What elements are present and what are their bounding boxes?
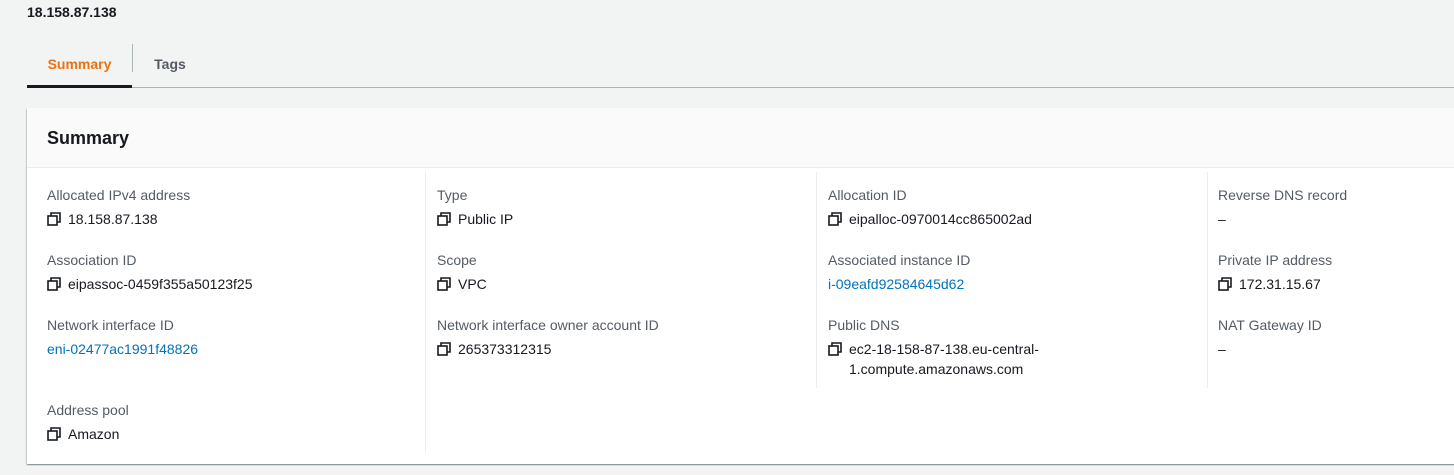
network-interface-link[interactable]: eni-02477ac1991f48826 — [47, 339, 198, 359]
field-private-ip: Private IP address 172.31.15.67 — [1218, 250, 1332, 294]
instance-id-link[interactable]: i-09eafd92584645d62 — [828, 274, 964, 294]
page-title: 18.158.87.138 — [27, 4, 117, 20]
private-ip-value: 172.31.15.67 — [1239, 276, 1321, 292]
panel-header: Summary — [27, 108, 1454, 168]
field-value: – — [1218, 339, 1322, 359]
field-type: Type Public IP — [437, 185, 513, 229]
field-value: eipalloc-0970014cc865002ad — [828, 209, 1032, 229]
nat-gateway-value: – — [1218, 341, 1226, 357]
field-value: 172.31.15.67 — [1218, 274, 1332, 294]
field-associated-instance-id: Associated instance ID i-09eafd92584645d… — [828, 250, 970, 294]
field-label: Association ID — [47, 252, 137, 268]
allocation-id-value: eipalloc-0970014cc865002ad — [849, 211, 1032, 227]
copy-icon[interactable] — [47, 212, 61, 226]
copy-icon[interactable] — [1218, 277, 1232, 291]
field-owner-account-id: Network interface owner account ID 26537… — [437, 315, 659, 359]
panel-title: Summary — [47, 128, 130, 148]
allocated-ipv4-value: 18.158.87.138 — [68, 211, 158, 227]
field-label: Associated instance ID — [828, 252, 971, 268]
copy-icon[interactable] — [437, 277, 451, 291]
field-value: i-09eafd92584645d62 — [828, 274, 970, 294]
tab-summary[interactable]: Summary — [27, 40, 132, 88]
field-network-interface-id: Network interface ID eni-02477ac1991f488… — [47, 315, 198, 359]
tab-tags[interactable]: Tags — [133, 40, 207, 87]
scope-value: VPC — [458, 276, 487, 292]
reverse-dns-value: – — [1218, 211, 1226, 227]
tab-bar: Summary Tags — [27, 40, 1454, 88]
column-divider — [1207, 172, 1208, 388]
field-label: Network interface owner account ID — [437, 317, 659, 333]
type-value: Public IP — [458, 211, 514, 227]
field-association-id: Association ID eipassoc-0459f355a50123f2… — [47, 250, 253, 294]
copy-icon[interactable] — [828, 342, 842, 356]
copy-icon[interactable] — [437, 212, 451, 226]
association-id-value: eipassoc-0459f355a50123f25 — [68, 276, 253, 292]
field-value: eipassoc-0459f355a50123f25 — [47, 274, 253, 294]
owner-account-id-value: 265373312315 — [458, 341, 552, 357]
field-public-dns: Public DNS ec2-18-158-87-138.eu-central-… — [828, 315, 1064, 379]
address-pool-value: Amazon — [68, 426, 120, 442]
field-value: Public IP — [437, 209, 513, 229]
field-value: VPC — [437, 274, 487, 294]
field-scope: Scope VPC — [437, 250, 487, 294]
field-label: Public DNS — [828, 317, 900, 333]
field-label: Allocated IPv4 address — [47, 187, 191, 203]
field-value: 18.158.87.138 — [47, 209, 190, 229]
copy-icon[interactable] — [828, 212, 842, 226]
field-label: Reverse DNS record — [1218, 187, 1348, 203]
field-label: Scope — [437, 252, 477, 268]
field-label: Private IP address — [1218, 252, 1333, 268]
field-value: 265373312315 — [437, 339, 659, 359]
field-label: Network interface ID — [47, 317, 174, 333]
field-address-pool: Address pool Amazon — [47, 400, 129, 444]
copy-icon[interactable] — [47, 277, 61, 291]
copy-icon[interactable] — [437, 342, 451, 356]
field-label: Allocation ID — [828, 187, 907, 203]
field-nat-gateway-id: NAT Gateway ID – — [1218, 315, 1322, 359]
field-value: Amazon — [47, 424, 129, 444]
field-label: Type — [437, 187, 468, 203]
field-allocation-id: Allocation ID eipalloc-0970014cc865002ad — [828, 185, 1032, 229]
copy-icon[interactable] — [47, 427, 61, 441]
summary-panel: Summary Allocated IPv4 address 18.158.87… — [27, 108, 1454, 464]
field-value: ec2-18-158-87-138.eu-central-1.compute.a… — [828, 339, 1064, 379]
column-divider — [425, 172, 426, 452]
field-label: NAT Gateway ID — [1218, 317, 1322, 333]
public-dns-value: ec2-18-158-87-138.eu-central-1.compute.a… — [849, 341, 1039, 377]
field-value: – — [1218, 209, 1347, 229]
field-value: eni-02477ac1991f48826 — [47, 339, 198, 359]
field-allocated-ipv4: Allocated IPv4 address 18.158.87.138 — [47, 185, 190, 229]
column-divider — [816, 172, 817, 388]
field-label: Address pool — [47, 402, 129, 418]
field-reverse-dns: Reverse DNS record – — [1218, 185, 1347, 229]
